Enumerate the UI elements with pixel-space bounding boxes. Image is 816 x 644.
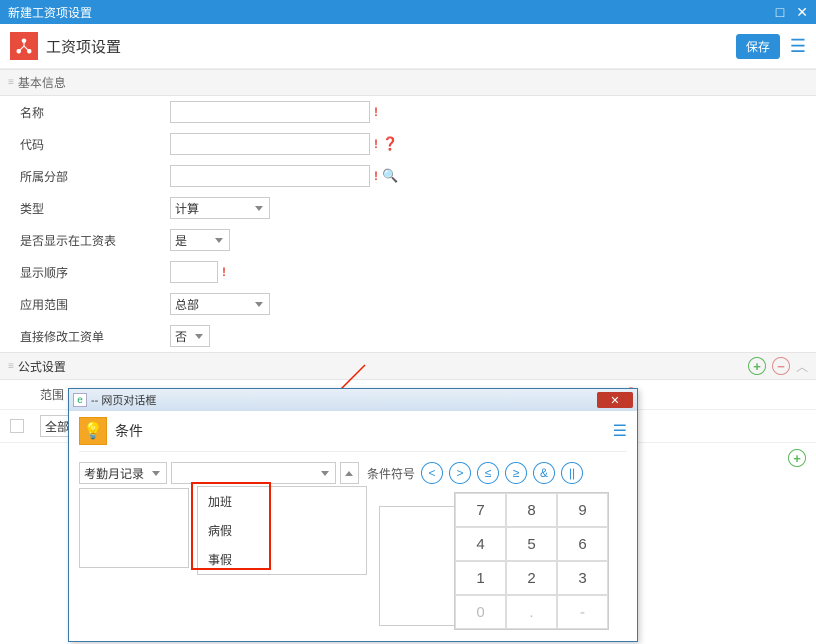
dialog-list-icon[interactable]: ☰ (613, 421, 627, 441)
field-code-label: 代码 (20, 136, 170, 153)
order-input[interactable] (170, 261, 218, 283)
window-close-icon[interactable]: ✕ (796, 4, 808, 21)
sym-lt[interactable]: < (421, 462, 443, 484)
collapse-icon: ≡ (8, 77, 14, 88)
required-icon: ! (374, 137, 378, 151)
key-3[interactable]: 3 (557, 561, 608, 595)
dialog-titlebar: e -- 网页对话框 ✕ (69, 389, 637, 411)
condition-dialog: e -- 网页对话框 ✕ 💡 条件 ☰ 考勤月记录 加班 病假 (68, 388, 638, 642)
field-order-label: 显示顺序 (20, 264, 170, 281)
name-input[interactable] (170, 101, 370, 123)
field-name-label: 名称 (20, 104, 170, 121)
page-header: 工资项设置 保存 ☰ (0, 24, 816, 69)
direct-value: 否 (175, 328, 187, 345)
dept-input[interactable] (170, 165, 370, 187)
code-input[interactable] (170, 133, 370, 155)
key-0[interactable]: 0 (455, 595, 506, 629)
add-row-button[interactable]: + (748, 357, 766, 375)
sym-ge[interactable]: ≥ (505, 462, 527, 484)
window-titlebar: 新建工资项设置 □ ✕ (0, 0, 816, 24)
key-2[interactable]: 2 (506, 561, 557, 595)
field-dept-label: 所属分部 (20, 168, 170, 185)
section-formula: ≡ 公式设置 + − ︿ (0, 352, 816, 380)
key-1[interactable]: 1 (455, 561, 506, 595)
record-item-dropdown: 加班 病假 事假 (197, 486, 367, 575)
record-type-value: 考勤月记录 (84, 465, 144, 482)
show-select[interactable]: 是 (170, 229, 230, 251)
row-checkbox[interactable] (10, 419, 24, 433)
list-icon[interactable]: ☰ (790, 36, 806, 57)
field-type-label: 类型 (20, 200, 170, 217)
key-dot[interactable]: . (506, 595, 557, 629)
dropdown-option[interactable]: 病假 (198, 516, 366, 545)
required-icon: ! (374, 169, 378, 183)
symbols-label: 条件符号 (367, 465, 415, 482)
sym-or[interactable]: || (561, 462, 583, 484)
record-listbox[interactable] (79, 488, 189, 568)
type-select[interactable]: 计算 (170, 197, 270, 219)
required-icon: ! (222, 265, 226, 279)
record-type-select[interactable]: 考勤月记录 (79, 462, 167, 484)
scope-value: 总部 (175, 296, 199, 313)
show-value: 是 (175, 232, 187, 249)
sym-le[interactable]: ≤ (477, 462, 499, 484)
section-formula-label: 公式设置 (18, 358, 66, 375)
page-icon (10, 32, 38, 60)
required-icon: ! (374, 105, 378, 119)
field-show-label: 是否显示在工资表 (20, 232, 170, 249)
field-scope-label: 应用范围 (20, 296, 170, 313)
window-title: 新建工资项设置 (8, 4, 92, 21)
search-icon[interactable]: 🔍 (382, 168, 398, 184)
dropdown-option[interactable]: 事假 (198, 545, 366, 574)
key-4[interactable]: 4 (455, 527, 506, 561)
record-item-select[interactable] (171, 462, 336, 484)
dialog-close-button[interactable]: ✕ (597, 392, 633, 408)
key-6[interactable]: 6 (557, 527, 608, 561)
dialog-head-title: 条件 (115, 421, 143, 441)
numeric-keypad: 7 8 9 4 5 6 1 2 3 0 (454, 492, 609, 630)
dropdown-option[interactable]: 加班 (198, 487, 366, 516)
section-basic-info[interactable]: ≡ 基本信息 (0, 69, 816, 96)
help-icon[interactable]: ❓ (382, 136, 398, 152)
type-value: 计算 (175, 200, 199, 217)
direct-select[interactable]: 否 (170, 325, 210, 347)
chevron-up-icon[interactable]: ︿ (796, 358, 808, 375)
field-direct-label: 直接修改工资单 (20, 328, 170, 345)
save-button[interactable]: 保存 (736, 34, 780, 59)
bulb-icon: 💡 (79, 417, 107, 445)
dialog-title-text: -- 网页对话框 (91, 392, 156, 408)
page-title: 工资项设置 (46, 36, 121, 57)
key-minus[interactable]: - (557, 595, 608, 629)
scope-select[interactable]: 总部 (170, 293, 270, 315)
ie-icon: e (73, 393, 87, 407)
key-9[interactable]: 9 (557, 493, 608, 527)
collapse-icon: ≡ (8, 361, 14, 372)
remove-row-button[interactable]: − (772, 357, 790, 375)
key-5[interactable]: 5 (506, 527, 557, 561)
key-7[interactable]: 7 (455, 493, 506, 527)
add-row-button-bottom[interactable]: + (788, 449, 806, 467)
row-scope-value: 全部 (45, 418, 69, 435)
window-maximize-icon[interactable]: □ (776, 4, 784, 21)
sym-gt[interactable]: > (449, 462, 471, 484)
section-basic-label: 基本信息 (18, 74, 66, 91)
collapse-toggle[interactable] (340, 462, 359, 484)
sym-and[interactable]: & (533, 462, 555, 484)
key-8[interactable]: 8 (506, 493, 557, 527)
